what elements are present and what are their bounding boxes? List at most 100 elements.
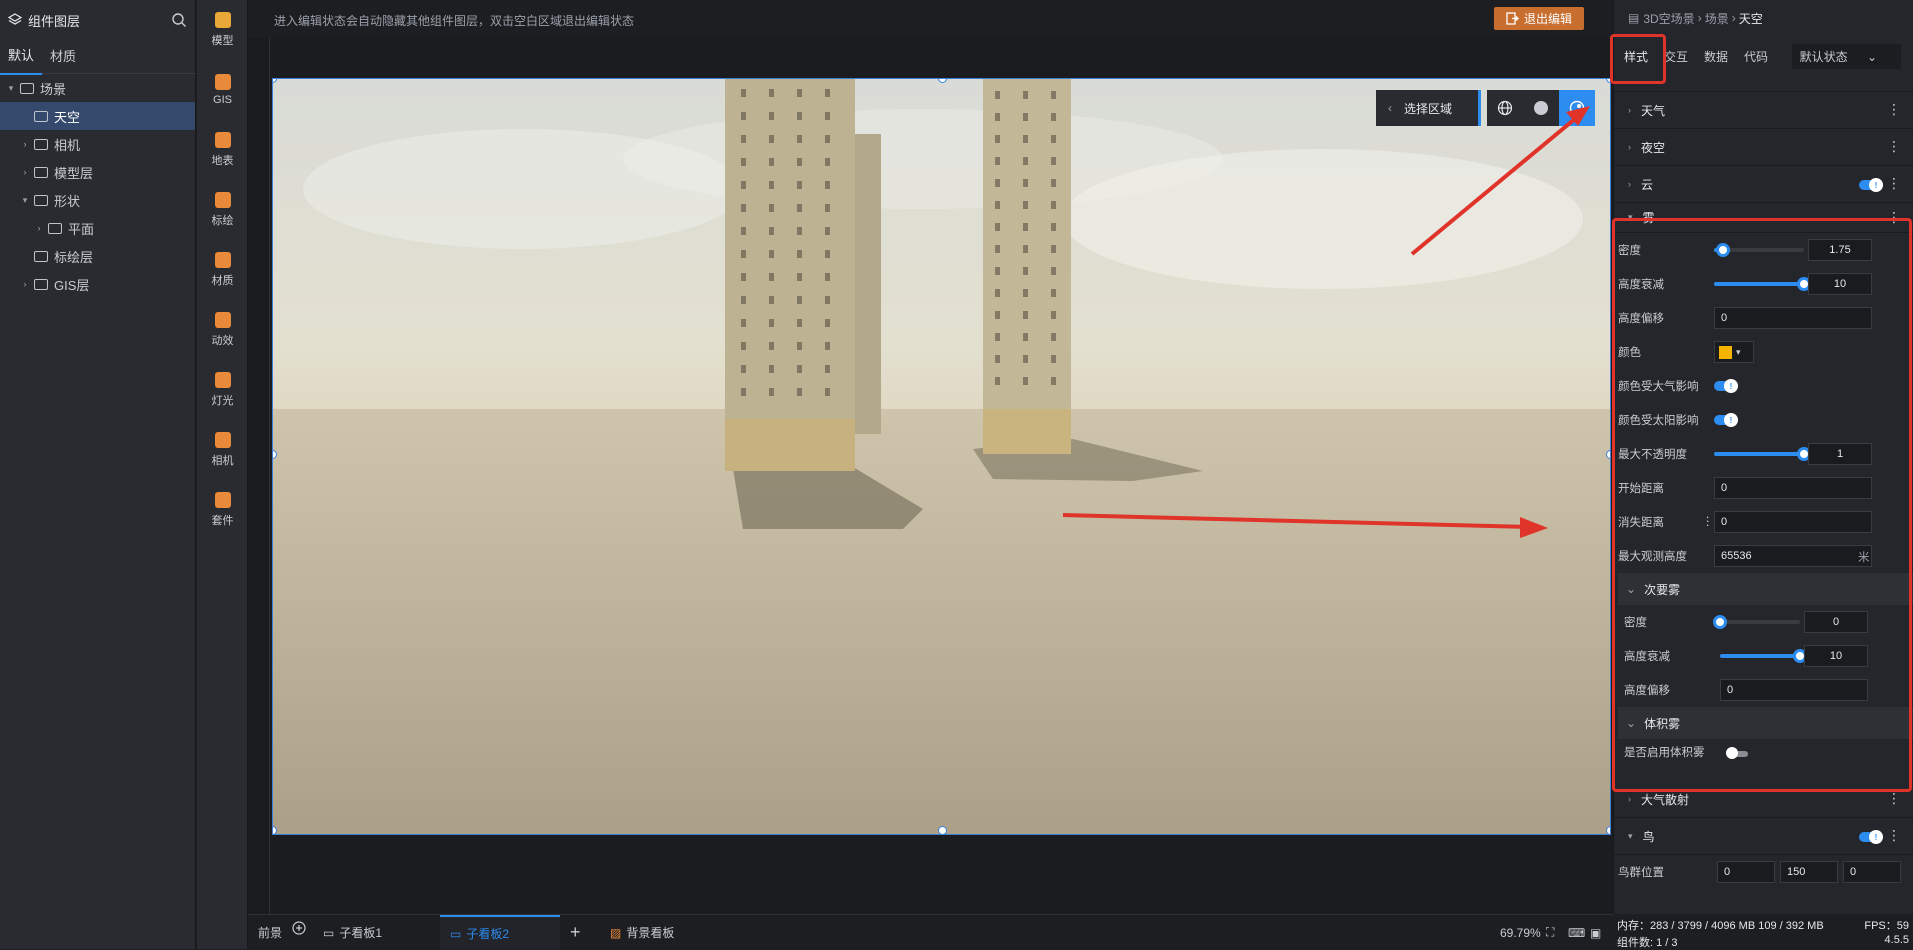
annotation-arrow bbox=[1062, 513, 1529, 529]
toolbar-item[interactable]: 灯光 bbox=[197, 360, 248, 420]
tab-foreground[interactable]: 前景 bbox=[258, 915, 306, 950]
toolbar-item-label: 套件 bbox=[211, 515, 234, 527]
section-cloud-title: 云 bbox=[1641, 177, 1654, 192]
annotation-overlay bbox=[1062, 106, 1590, 538]
tree-caret-icon[interactable]: ▾ bbox=[20, 195, 30, 206]
birds-toggle[interactable]: ! bbox=[1859, 830, 1883, 844]
highlight-box-fog-section bbox=[1612, 218, 1912, 792]
memory-usage: 内存：283 / 3799 / 4096 MB 109 / 392 MB bbox=[1617, 920, 1824, 932]
tree-node[interactable]: 标绘层 bbox=[0, 242, 195, 270]
tab-interaction[interactable]: 交互 bbox=[1664, 48, 1688, 65]
chevron-down-icon: ⌄ bbox=[1866, 49, 1877, 64]
tab-background-board[interactable]: ▨ 背景看板 bbox=[610, 915, 674, 950]
add-board-button[interactable]: + bbox=[570, 915, 581, 950]
tree-node[interactable]: › 平面 bbox=[0, 214, 195, 242]
more-icon[interactable]: ⋮ bbox=[1887, 139, 1901, 153]
tree-caret-icon[interactable]: › bbox=[34, 223, 44, 233]
tree-node[interactable]: › 模型层 bbox=[0, 158, 195, 186]
tree-caret-icon[interactable]: › bbox=[20, 279, 30, 289]
folder-icon bbox=[34, 166, 48, 178]
toolbar-item[interactable]: 动效 bbox=[197, 300, 248, 360]
breadcrumb-item[interactable]: 3D空场景 bbox=[1643, 10, 1694, 27]
tree-node[interactable]: › 相机 bbox=[0, 130, 195, 158]
tree-caret-icon[interactable]: › bbox=[20, 139, 30, 149]
layer-panel: 组件图层 默认 材质 ▾ 场景天空 › 相机 › 模型层 ▾ 形状 › 平面标绘层 › GIS层 bbox=[0, 0, 196, 949]
tree-node[interactable]: 天空 bbox=[0, 102, 195, 130]
state-select[interactable]: 默认状态 ⌄ bbox=[1791, 43, 1901, 69]
light-icon bbox=[214, 372, 231, 388]
section-birds[interactable]: ▾ 鸟 ! ⋮ bbox=[1614, 818, 1913, 855]
component-count: 组件数: 1 / 3 bbox=[1617, 937, 1678, 949]
toolbar-item[interactable]: GIS bbox=[197, 60, 248, 120]
tree-node[interactable]: ▾ 形状 bbox=[0, 186, 195, 214]
tab-data[interactable]: 数据 bbox=[1704, 48, 1728, 65]
layer-panel-header: 组件图层 bbox=[0, 0, 195, 40]
component-icon: ▤ bbox=[1628, 11, 1640, 25]
toolbar-item-label: 标绘 bbox=[211, 215, 234, 227]
toolbar-item[interactable]: 套件 bbox=[197, 480, 248, 540]
zoom-level[interactable]: 69.79% bbox=[1500, 915, 1541, 950]
layer-panel-title: 组件图层 bbox=[28, 13, 81, 29]
camera-icon bbox=[214, 432, 231, 448]
tree-caret-icon[interactable]: ▾ bbox=[6, 83, 16, 94]
tree-node[interactable]: ▾ 场景 bbox=[0, 74, 195, 102]
toolbar-item-label: 相机 bbox=[211, 455, 234, 467]
more-icon[interactable]: ⋮ bbox=[1887, 102, 1901, 116]
more-icon[interactable]: ⋮ bbox=[1887, 791, 1901, 805]
chevron-down-icon: ▾ bbox=[1628, 830, 1633, 841]
terrain-icon bbox=[214, 132, 231, 148]
layer-tree: ▾ 场景天空 › 相机 › 模型层 ▾ 形状 › 平面标绘层 › GIS层 bbox=[0, 74, 195, 298]
chevron-right-icon: › bbox=[1628, 105, 1631, 115]
toolbar-item[interactable]: 地表 bbox=[197, 120, 248, 180]
birds-position-x[interactable]: 0 bbox=[1717, 861, 1775, 883]
fps-counter: FPS：59 bbox=[1864, 920, 1909, 932]
breadcrumb-current: 天空 bbox=[1738, 11, 1763, 26]
toolbar-item[interactable]: 模型 bbox=[197, 0, 248, 60]
folder-icon bbox=[20, 82, 34, 94]
terminal-icon[interactable]: ▣ bbox=[1590, 915, 1601, 950]
tree-node-label: 天空 bbox=[54, 109, 81, 125]
add-circle-icon[interactable] bbox=[292, 920, 306, 935]
section-night-sky[interactable]: › 夜空 ⋮ bbox=[1614, 129, 1913, 166]
toolbar-item[interactable]: 标绘 bbox=[197, 180, 248, 240]
tree-caret-icon[interactable]: › bbox=[20, 167, 30, 177]
toolbar-item-label: 材质 bbox=[211, 275, 234, 287]
section-atmosphere-title: 大气散射 bbox=[1641, 792, 1690, 807]
state-select-value: 默认状态 bbox=[1799, 49, 1848, 64]
toolbar-item-label: 动效 bbox=[211, 335, 234, 347]
chevron-right-icon: › bbox=[1628, 142, 1631, 152]
section-night-sky-title: 夜空 bbox=[1641, 140, 1666, 155]
toolbar-item[interactable]: 相机 bbox=[197, 420, 248, 480]
section-cloud[interactable]: › 云 ! ⋮ bbox=[1614, 166, 1913, 203]
birds-position-z[interactable]: 0 bbox=[1843, 861, 1901, 883]
cloud-toggle[interactable]: ! bbox=[1859, 178, 1883, 192]
folder-icon bbox=[48, 222, 62, 234]
tab-subboard-2[interactable]: ▭ 子看板2 bbox=[440, 915, 560, 950]
toolbar-item[interactable]: 材质 bbox=[197, 240, 248, 300]
globe-icon bbox=[214, 74, 231, 90]
tree-node-label: 标绘层 bbox=[54, 249, 94, 265]
tab-material[interactable]: 材质 bbox=[42, 40, 84, 74]
breadcrumb-separator: › bbox=[1731, 11, 1736, 25]
more-icon[interactable]: ⋮ bbox=[1887, 828, 1901, 842]
effect-icon bbox=[214, 312, 231, 328]
chevron-right-icon: › bbox=[1628, 179, 1631, 189]
material-icon bbox=[214, 252, 231, 268]
tab-subboard-1[interactable]: ▭ 子看板1 bbox=[313, 915, 425, 950]
tab-subboard-2-label: 子看板2 bbox=[466, 927, 510, 941]
toolbar-item-label: 灯光 bbox=[211, 395, 234, 407]
more-icon[interactable]: ⋮ bbox=[1887, 176, 1901, 190]
search-icon[interactable] bbox=[171, 12, 187, 28]
section-weather[interactable]: › 天气 ⋮ bbox=[1614, 92, 1913, 129]
keyboard-icon[interactable]: ⌨ bbox=[1568, 915, 1585, 950]
birds-position-y[interactable]: 150 bbox=[1780, 861, 1838, 883]
tab-code[interactable]: 代码 bbox=[1744, 48, 1768, 65]
breadcrumb-separator: › bbox=[1697, 11, 1702, 25]
fit-screen-icon[interactable]: ⛶ bbox=[1546, 915, 1554, 950]
status-bar: 内存：283 / 3799 / 4096 MB 109 / 392 MB FPS… bbox=[1613, 914, 1913, 949]
tree-node[interactable]: › GIS层 bbox=[0, 270, 195, 298]
component-toolbar: 模型 GIS 地表标绘材质动效灯光相机套件 bbox=[197, 0, 248, 949]
birds-position-label: 鸟群位置 bbox=[1618, 867, 1664, 879]
tab-default[interactable]: 默认 bbox=[0, 39, 43, 75]
breadcrumb-item[interactable]: 场景 bbox=[1705, 10, 1729, 27]
